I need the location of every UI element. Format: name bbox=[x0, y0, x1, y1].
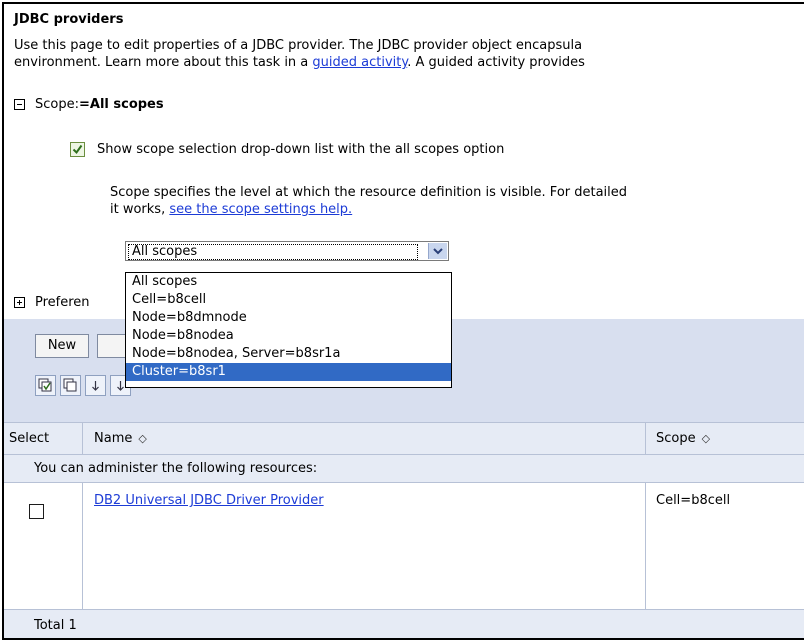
select-all-icon[interactable] bbox=[35, 375, 56, 396]
expand-icon[interactable] bbox=[14, 297, 25, 308]
preferences-label: Preferen bbox=[35, 295, 90, 310]
scope-option[interactable]: Cell=b8cell bbox=[126, 291, 451, 309]
scope-help-line-2: it works, see the scope settings help. bbox=[110, 201, 627, 218]
description-text: environment. Learn more about this task … bbox=[14, 55, 313, 70]
table-footer: Total 1 bbox=[4, 610, 804, 638]
page-description: Use this page to edit properties of a JD… bbox=[14, 37, 585, 71]
chevron-down-icon[interactable] bbox=[428, 243, 447, 259]
scope-section-header: Scope: =All scopes bbox=[14, 97, 164, 112]
row-select-checkbox[interactable] bbox=[29, 504, 44, 519]
description-line-1: Use this page to edit properties of a JD… bbox=[14, 38, 583, 53]
new-button[interactable]: New bbox=[35, 334, 89, 358]
export-icon[interactable] bbox=[85, 375, 106, 396]
guided-activity-link[interactable]: guided activity bbox=[312, 55, 407, 70]
preferences-section-header: Preferen bbox=[14, 295, 90, 310]
table-header-row: Select Name ◇ Scope ◇ bbox=[4, 422, 804, 455]
sort-icon[interactable]: ◇ bbox=[138, 423, 146, 454]
scope-option[interactable]: Node=b8dmnode bbox=[126, 309, 451, 327]
scope-value: =All scopes bbox=[78, 97, 164, 112]
checkmark-icon bbox=[72, 144, 83, 155]
scope-dropdown-list[interactable]: All scopes Cell=b8cell Node=b8dmnode Nod… bbox=[125, 272, 452, 388]
scope-option[interactable]: Node=b8nodea, Server=b8sr1a bbox=[126, 345, 451, 363]
select-column-header: Select bbox=[9, 431, 50, 446]
table-row: DB2 Universal JDBC Driver Provider Cell=… bbox=[4, 483, 804, 610]
scope-help-line-1: Scope specifies the level at which the r… bbox=[110, 185, 628, 200]
scope-column-header[interactable]: Scope ◇ bbox=[656, 423, 710, 454]
provider-name-link[interactable]: DB2 Universal JDBC Driver Provider bbox=[94, 493, 324, 508]
total-count: Total 1 bbox=[34, 618, 77, 633]
show-scope-dropdown-checkbox[interactable] bbox=[70, 142, 85, 157]
show-scope-dropdown-label: Show scope selection drop-down list with… bbox=[97, 142, 505, 157]
scope-settings-help-link[interactable]: see the scope settings help. bbox=[169, 202, 352, 217]
show-scope-dropdown-option: Show scope selection drop-down list with… bbox=[70, 142, 504, 157]
page-title: JDBC providers bbox=[14, 12, 124, 27]
scope-select[interactable]: All scopes bbox=[125, 241, 449, 261]
scope-option[interactable]: All scopes bbox=[126, 273, 451, 291]
jdbc-providers-panel: JDBC providers Use this page to edit pro… bbox=[2, 2, 804, 640]
scope-option[interactable]: Node=b8nodea bbox=[126, 327, 451, 345]
scope-select-value: All scopes bbox=[128, 244, 418, 260]
collapse-icon[interactable] bbox=[14, 99, 25, 110]
scope-header-label: Scope bbox=[656, 431, 696, 446]
scope-help-prefix: it works, bbox=[110, 202, 170, 217]
scope-label: Scope: bbox=[35, 97, 79, 112]
provider-scope: Cell=b8cell bbox=[656, 493, 731, 508]
description-text-tail: . A guided activity provides bbox=[407, 55, 585, 70]
scope-option-highlighted[interactable]: Cluster=b8sr1 bbox=[126, 363, 451, 381]
admin-note-row: You can administer the following resourc… bbox=[4, 455, 804, 483]
sort-icon[interactable]: ◇ bbox=[702, 423, 710, 454]
name-header-label: Name bbox=[94, 431, 133, 446]
description-line-2: environment. Learn more about this task … bbox=[14, 54, 585, 71]
deselect-all-icon[interactable] bbox=[60, 375, 81, 396]
name-column-header[interactable]: Name ◇ bbox=[94, 423, 147, 454]
scope-help-text: Scope specifies the level at which the r… bbox=[110, 184, 627, 218]
admin-note: You can administer the following resourc… bbox=[34, 461, 318, 476]
